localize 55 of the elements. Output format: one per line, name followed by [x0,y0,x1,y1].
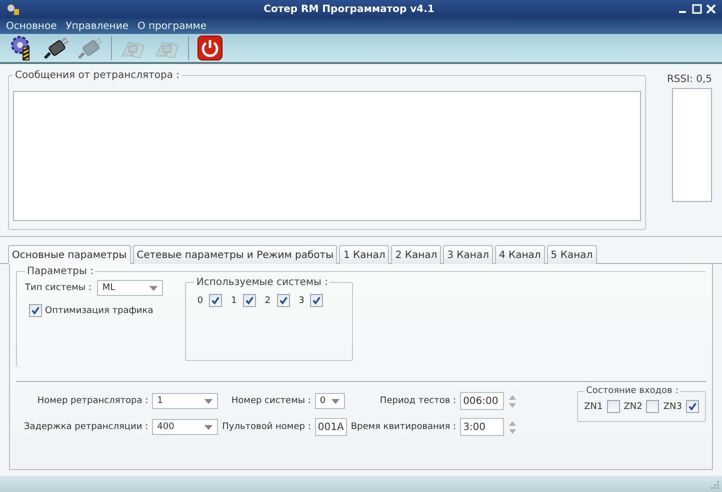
checkbox[interactable] [686,400,699,413]
checkbox-label: 0 [197,296,204,306]
tab[interactable]: 1 Канал [339,245,390,264]
window-title: Сотер RM Программатор v4.1 [262,4,436,14]
dropdown[interactable]: 0 [314,393,345,409]
checkbox-label: 1 [231,296,237,306]
menu-item[interactable]: Основное [6,20,57,32]
rssi-label: RSSI: 0,5 [666,74,712,85]
resize-grip-icon [710,480,720,490]
checkbox[interactable] [646,400,660,413]
menu-item[interactable]: О программе [137,20,206,32]
field-label: Номер системы : [230,396,311,406]
system-type-dropdown[interactable]: ML [97,280,164,296]
group-label: Параметры : [26,266,94,277]
dropdown[interactable]: 1 [152,393,218,409]
checkbox[interactable] [209,294,222,307]
field-label: Пультовой номер : [222,422,311,432]
checkbox-label: Оптимизация трафика [45,306,154,316]
checkbox-label: ZN3 [663,402,682,412]
tab[interactable]: Сетевые параметры и Режим работы [132,245,338,264]
group-label: Состояние входов : [585,386,680,396]
tab[interactable]: Основные параметры [8,245,131,264]
input-field[interactable]: 006:00 [460,392,504,410]
field-label: Задержка ретрансляции : [24,422,148,432]
caret-icon [330,398,340,404]
checkbox[interactable] [310,294,324,307]
caret-icon [204,424,214,430]
checkbox[interactable] [276,294,290,307]
checkbox[interactable] [606,400,620,413]
tab[interactable]: 2 Канал [391,245,442,264]
maximize-button[interactable] [692,4,702,14]
input-field[interactable]: 3:00 [460,418,504,436]
system-type-label: Тип системы : [25,283,92,293]
tab[interactable]: 5 Канал [546,245,597,264]
checkbox-label: ZN1 [584,402,603,412]
field-label: Период тестов : [378,396,456,406]
group-label: Используемые системы : [195,277,329,288]
app-icon [6,2,20,16]
checkbox[interactable] [29,304,42,317]
field-label: Номер ретранслятора : [36,396,148,406]
caret-icon [204,398,214,404]
tab[interactable]: 3 Канал [443,245,493,264]
checkbox[interactable] [242,294,256,307]
power-icon [196,34,224,62]
caret-icon [149,286,158,290]
close-button[interactable] [706,4,716,14]
field-label: Время квитирования : [350,422,456,432]
input-field[interactable]: 001A [314,418,347,436]
checkbox-label: 2 [264,296,271,306]
menu-item[interactable]: Управление [66,20,128,32]
checkbox-label: 3 [298,296,304,306]
group-label: Сообщения от ретранслятора : [14,70,181,81]
tab[interactable]: 4 Канал [494,245,545,264]
dropdown[interactable]: 400 [152,419,218,435]
checkbox-label: ZN2 [624,402,642,412]
